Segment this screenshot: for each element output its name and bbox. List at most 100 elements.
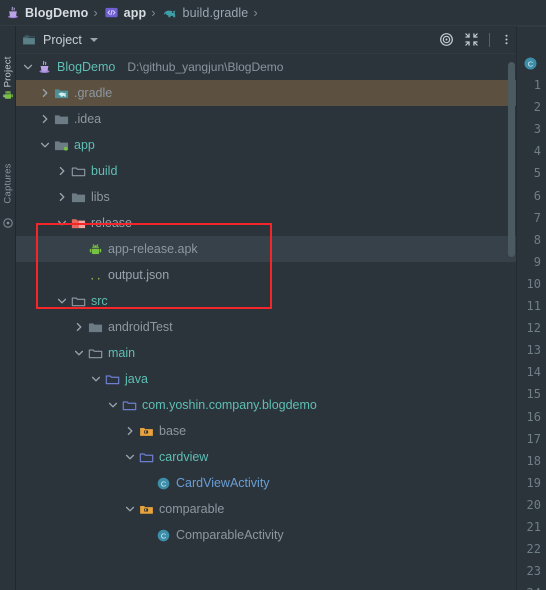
tree-row-app[interactable]: app — [16, 132, 530, 158]
project-folder-icon — [22, 33, 37, 47]
editor-line-gutter: C 12345678910111213141516171819202122232… — [516, 26, 546, 590]
breadcrumb-label-project: BlogDemo — [25, 5, 89, 20]
chevron-right-icon[interactable] — [39, 87, 51, 99]
project-tree[interactable]: BlogDemo D:\github_yangjun\BlogDemo .gradl… — [16, 54, 530, 590]
chevron-down-icon[interactable] — [124, 451, 136, 463]
gradle-elephant-icon — [162, 6, 178, 20]
android-robot-icon — [2, 88, 14, 100]
gutter-line-number: 2 — [533, 100, 541, 115]
gutter-line-number: 8 — [533, 232, 541, 247]
tree-row-apk[interactable]: app-release.apk — [16, 236, 530, 262]
build-variants-icon[interactable] — [2, 216, 14, 228]
gutter-line-number: 16 — [526, 409, 541, 424]
tree-row-label: libs — [91, 190, 110, 204]
tool-strip-tab-captures[interactable]: Captures — [2, 163, 13, 203]
tree-row-label: BlogDemo — [57, 60, 116, 74]
tree-row-cardview[interactable]: cardview — [16, 444, 530, 470]
class-icon: C — [523, 56, 538, 71]
folder-outline-icon — [70, 164, 86, 179]
tree-row-label: main — [108, 346, 136, 360]
gutter-line-number: 21 — [526, 520, 541, 534]
tree-row-java[interactable]: java — [16, 366, 530, 392]
json-braces-icon: {..} — [87, 268, 103, 283]
tree-row-label: .idea — [74, 112, 102, 126]
chevron-down-icon[interactable] — [90, 373, 102, 385]
android-studio-window: BlogDemo › app › build.gradle › 1: Proje… — [0, 0, 546, 590]
tree-row-label: CardViewActivity — [176, 476, 270, 490]
chevron-right-icon[interactable] — [73, 321, 85, 333]
tree-row-comparable[interactable]: comparable — [16, 496, 530, 522]
tree-row-comparact[interactable]: C ComparableActivity — [16, 522, 530, 548]
breadcrumb-item-project[interactable]: BlogDemo — [4, 0, 90, 26]
chevron-down-icon[interactable] — [39, 139, 51, 151]
tree-row-label: java — [125, 372, 148, 386]
tree-row-label: cardview — [159, 450, 209, 464]
chevron-right-icon[interactable] — [39, 113, 51, 125]
chevron-down-icon[interactable] — [124, 503, 136, 515]
folder-outline-icon — [87, 346, 103, 361]
chevron-down-icon[interactable] — [56, 217, 68, 229]
toolbar-divider — [489, 32, 490, 47]
tool-window-strip: 1: Project Captures — [0, 26, 16, 590]
tree-row-root[interactable]: BlogDemo D:\github_yangjun\BlogDemo — [16, 54, 530, 80]
tree-twisty-none — [141, 529, 153, 541]
chevron-right-icon[interactable] — [56, 191, 68, 203]
breadcrumb-item-file[interactable]: build.gradle — [160, 0, 251, 26]
chevron-down-icon[interactable] — [56, 295, 68, 307]
chevron-down-icon[interactable] — [73, 347, 85, 359]
breadcrumb-item-module[interactable]: app — [102, 0, 149, 26]
gutter-line-number: 1 — [533, 78, 541, 92]
tree-row-release[interactable]: release — [16, 210, 530, 236]
chevron-down-icon[interactable] — [22, 61, 34, 73]
tree-row-pkg[interactable]: com.yoshin.company.blogdemo — [16, 392, 530, 418]
folder-filled-icon — [87, 320, 103, 335]
svg-text:{..}: {..} — [88, 269, 103, 282]
scroll-from-source-icon[interactable] — [439, 32, 454, 47]
project-panel-header: Project — [16, 26, 546, 54]
gutter-line-number: 20 — [526, 497, 541, 512]
collapse-all-icon[interactable] — [464, 32, 479, 47]
tree-row-libs[interactable]: libs — [16, 184, 530, 210]
tree-row-label: build — [91, 164, 118, 178]
gutter-line-number: 17 — [526, 431, 541, 446]
tree-row-androidTest[interactable]: androidTest — [16, 314, 530, 340]
tree-row-main[interactable]: main — [16, 340, 530, 366]
breadcrumb-separator-3: › — [253, 5, 258, 20]
class-icon: C — [155, 476, 171, 491]
folder-source-icon — [121, 398, 137, 413]
breadcrumb-label-file: build.gradle — [182, 5, 249, 20]
chevron-down-icon[interactable] — [89, 37, 98, 42]
tree-row-build[interactable]: build — [16, 158, 530, 184]
tree-row-label: output.json — [108, 268, 170, 282]
project-panel-title-group[interactable]: Project — [16, 33, 98, 47]
breadcrumb-label-module: app — [123, 5, 147, 20]
module-java-icon — [6, 6, 20, 20]
svg-text:C: C — [160, 479, 165, 488]
tree-scrollbar-thumb[interactable] — [508, 62, 515, 257]
tree-row-label: base — [159, 424, 187, 438]
gutter-line-number: 3 — [533, 122, 541, 137]
gutter-line-number: 19 — [526, 475, 541, 490]
folder-gradle-icon — [53, 86, 69, 101]
chevron-right-icon[interactable] — [56, 165, 68, 177]
tree-row-outputjson[interactable]: {..} output.json — [16, 262, 530, 288]
tree-row-idea[interactable]: .idea — [16, 106, 530, 132]
gutter-line-number: 15 — [526, 387, 541, 402]
folder-source-icon — [104, 372, 120, 387]
folder-filled-icon — [53, 112, 69, 127]
chevron-right-icon[interactable] — [124, 425, 136, 437]
tree-row-base[interactable]: base — [16, 418, 530, 444]
chevron-down-icon[interactable] — [107, 399, 119, 411]
tree-twisty-none — [141, 477, 153, 489]
folder-module-icon — [53, 138, 69, 153]
gutter-line-number: 5 — [533, 166, 541, 181]
tree-row-cardviewact[interactable]: C CardViewActivity — [16, 470, 530, 496]
gutter-line-number: 12 — [526, 321, 541, 336]
options-menu-icon[interactable] — [500, 32, 513, 47]
svg-text:C: C — [160, 531, 165, 540]
breadcrumb-separator: › — [93, 5, 98, 20]
tree-scrollbar-track[interactable] — [506, 54, 516, 590]
tree-row-gradle[interactable]: .gradle — [16, 80, 530, 106]
tree-row-src[interactable]: src — [16, 288, 530, 314]
gutter-line-number: 10 — [526, 276, 541, 291]
